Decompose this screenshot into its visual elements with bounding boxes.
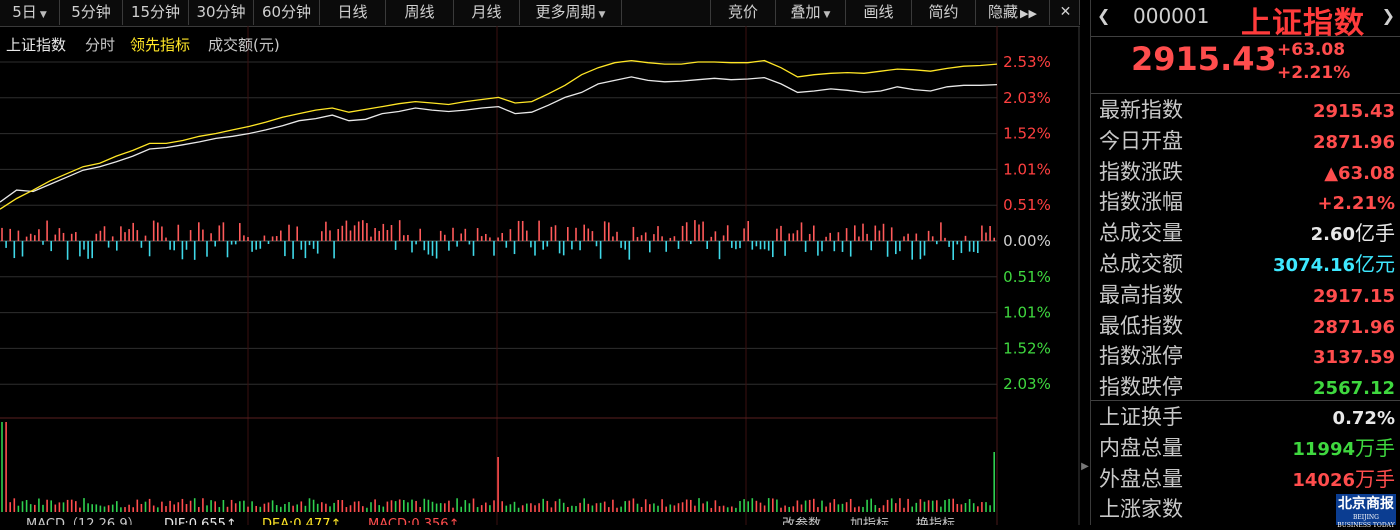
pct-tick-label: 1.52% [1003,339,1051,357]
stat-row: 最低指数 2871.96 [1091,311,1400,341]
stat-label: 指数跌停 [1099,375,1183,400]
stat-row: 总成交额 3074.16亿元 [1091,249,1400,279]
macd-dif: DIF:0.655↑ [164,517,237,525]
stat-label: 总成交额 [1099,252,1183,276]
period-tab-3[interactable]: 30分钟 [189,0,254,25]
pct-tick-label: 1.01% [1003,160,1051,178]
macd-label[interactable]: MACD（12,26,9） [26,513,141,525]
stat-row: 外盘总量 14026万手 [1091,464,1400,494]
stat-value: 2917.15 [1313,285,1395,307]
period-tab-1[interactable]: 5分钟 [60,0,123,25]
toolbar-btn-0[interactable]: 竞价 [710,0,776,25]
pct-tick-label: 2.03% [1003,375,1051,393]
stat-value: 0.72% [1332,408,1395,429]
stat-label: 上涨家数 [1099,497,1183,522]
pct-tick-label: 2.53% [1003,53,1051,71]
legend-leading-indicator[interactable]: 领先指标 [130,30,190,60]
price-change-pct: +2.21% [1277,63,1351,83]
stat-label: 指数涨幅 [1099,190,1183,215]
pct-tick-label: 0.51% [1003,268,1051,286]
stat-value: +2.21% [1317,193,1395,215]
chart-legend: 上证指数 分时 领先指标 成交额(元) [0,30,1000,60]
macd-dea: DEA:0.477↑ [262,517,342,525]
stock-code: 000001 [1133,4,1210,28]
period-tab-6[interactable]: 周线 [386,0,454,25]
pct-tick-label: 0.00% [1003,232,1051,250]
change-params-button[interactable]: 改参数 [782,513,821,525]
legend-mode[interactable]: 分时 [85,30,115,60]
stat-row: 上证换手 0.72% [1091,402,1400,432]
close-icon[interactable]: ✕ [1052,0,1080,25]
stat-row: 指数涨幅 +2.21% [1091,187,1400,217]
stat-value: 14026万手 [1292,466,1395,491]
period-tab-0[interactable]: 5日 ▼ [0,0,60,25]
beijing-business-today-logo: 北京商报 BEIJING BUSINESS TODAY [1336,494,1396,529]
current-price: 2915.43 [1131,40,1277,78]
stat-value: 2.60亿手 [1310,221,1395,246]
toolbar-btn-1[interactable]: 叠加 ▼ [776,0,846,25]
double-right-arrow-icon: ▶▶ [1020,7,1037,20]
legend-index-name[interactable]: 上证指数 [6,30,66,60]
series-line-0 [0,76,998,203]
pct-tick-label: 1.01% [1003,304,1051,322]
prev-stock-icon[interactable]: ❮ [1097,6,1110,25]
stat-label: 指数涨跌 [1099,159,1183,184]
stat-label: 最新指数 [1099,98,1183,122]
stat-value: 11994万手 [1292,435,1395,460]
stat-label: 内盘总量 [1099,435,1183,460]
stat-value: 2915.43 [1313,101,1395,122]
stat-value: 3137.59 [1313,347,1395,369]
quote-panel: ❮ 000001 上证指数 ❯ 2915.43 +63.08 +2.21% 最新… [1090,0,1400,525]
stat-row: 内盘总量 11994万手 [1091,433,1400,463]
period-tab-4[interactable]: 60分钟 [254,0,320,25]
stat-label: 上证换手 [1099,405,1183,429]
stat-row: 最高指数 2917.15 [1091,280,1400,310]
dropdown-caret-icon: ▼ [823,10,831,20]
pct-tick-label: 2.03% [1003,89,1051,107]
stat-row: 总成交量 2.60亿手 [1091,218,1400,248]
stat-label: 最低指数 [1099,313,1183,338]
stat-row: 今日开盘 2871.96 [1091,126,1400,156]
stat-label: 指数涨停 [1099,344,1183,369]
pct-tick-label: 1.52% [1003,125,1051,143]
period-toolbar: 5日 ▼ 5分钟 15分钟 30分钟 60分钟 日线 周线 月线 更多周期 ▼ 竞价 叠加 ▼ 画线 简约 隐藏… [0,0,1080,27]
switch-indicator-button[interactable]: 换指标 [916,513,955,525]
stat-label: 外盘总量 [1099,466,1183,491]
stat-value: 2871.96 [1313,131,1395,153]
period-tab-8[interactable]: 更多周期 ▼ [520,0,622,25]
stat-row: 指数涨跌 ▲63.08 [1091,157,1400,187]
dropdown-caret-icon: ▼ [598,10,606,20]
intraday-chart[interactable]: 2.53% 2.03% 1.52% 1.01% 0.51% 0.00% 0.51% 1.01%… [0,26,1080,525]
price-change: +63.08 [1277,40,1346,60]
toolbar-btn-4[interactable]: 隐藏 ▶▶ [976,0,1050,25]
stat-value: 3074.16亿元 [1273,252,1395,276]
dropdown-caret-icon: ▼ [39,10,47,20]
stat-row: 最新指数 2915.43 [1091,95,1400,125]
legend-volume[interactable]: 成交额(元) [208,30,280,60]
stat-value: ▲63.08 [1324,162,1395,184]
stat-label: 今日开盘 [1099,128,1183,153]
toolbar-btn-2[interactable]: 画线 [846,0,912,25]
stat-label: 最高指数 [1099,282,1183,307]
add-indicator-button[interactable]: 加指标 [850,513,889,525]
period-tab-2[interactable]: 15分钟 [123,0,189,25]
panel-collapse-handle[interactable]: ▶ [1080,455,1090,479]
period-tab-7[interactable]: 月线 [454,0,520,25]
toolbar-btn-3[interactable]: 简约 [912,0,976,25]
period-tab-5[interactable]: 日线 [320,0,386,25]
stat-label: 总成交量 [1099,221,1183,246]
stat-value: 2871.96 [1313,316,1395,338]
series-line-1 [0,59,998,210]
macd-value: MACD:0.356↑ [368,517,460,525]
stat-row: 指数跌停 2567.12 [1091,372,1400,402]
stat-row: 指数涨停 3137.59 [1091,341,1400,371]
macd-indicator-bar: MACD（12,26,9） DIF:0.655↑ DEA:0.477↑ MACD… [0,513,1000,525]
next-stock-icon[interactable]: ❯ [1382,6,1395,25]
pct-tick-label: 0.51% [1003,196,1051,214]
